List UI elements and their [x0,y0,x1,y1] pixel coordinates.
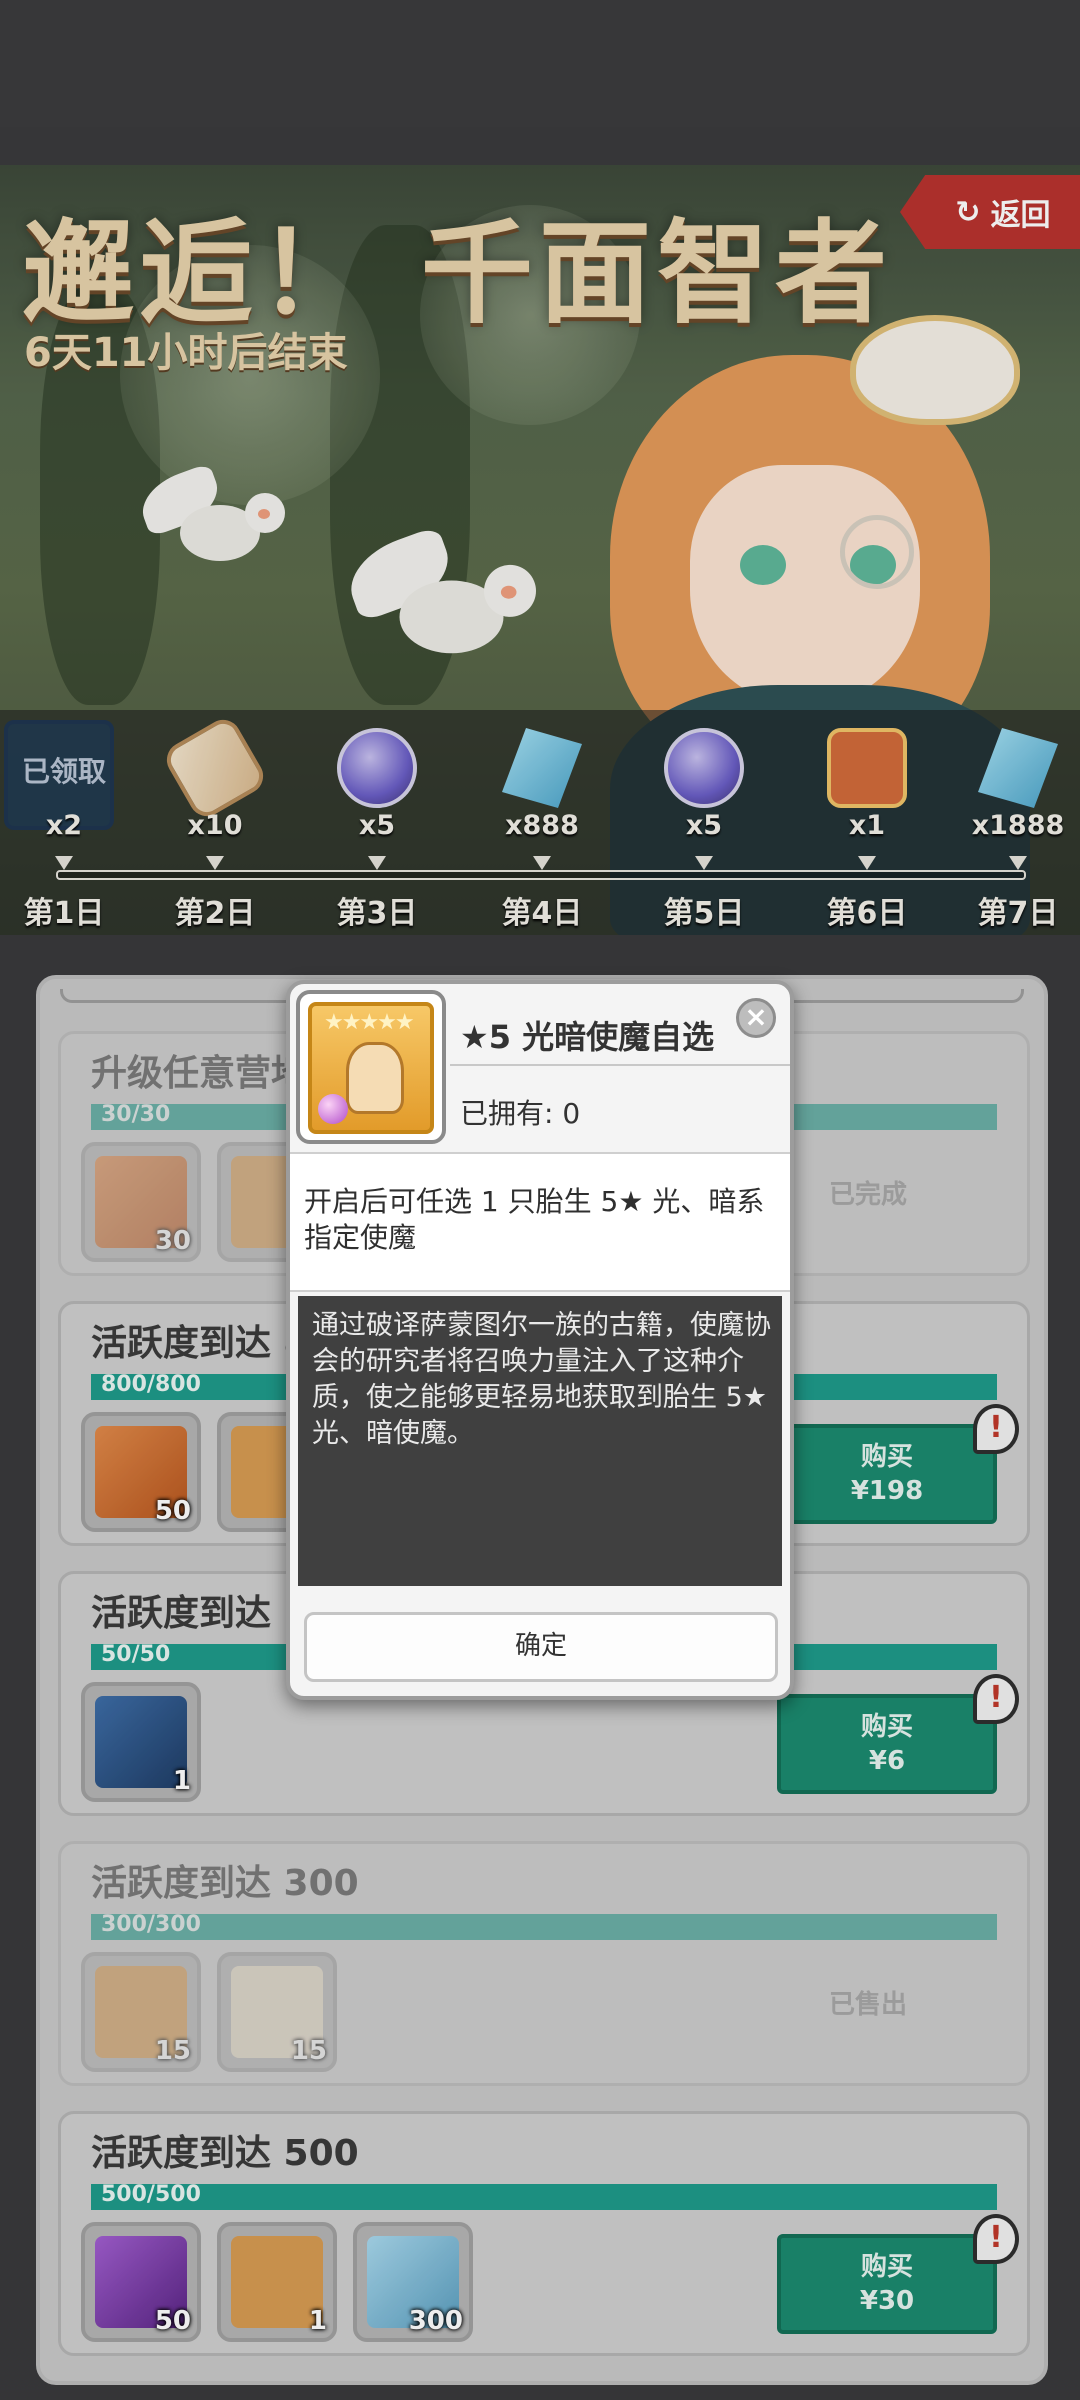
item-summary: 开启后可任选 1 只胎生 5★ 光、暗系指定使魔 [304,1185,765,1254]
owned-count: 已拥有: 0 [460,1097,581,1130]
close-icon[interactable]: × [736,998,776,1038]
confirm-button[interactable]: 确定 [304,1612,778,1682]
item-detail-popup: ★★★★★ ★5 光暗使魔自选 × 已拥有: 0 开启后可任选 1 只胎生 5★… [286,980,794,1700]
item-description: 通过破译萨蒙图尔一族的古籍，使魔协会的研究者将召唤力量注入了这种介质，使之能够更… [312,1310,771,1449]
gem-icon [318,1094,348,1124]
item-description-box: 通过破译萨蒙图尔一族的古籍，使魔协会的研究者将召唤力量注入了这种介质，使之能够更… [298,1296,782,1586]
item-name: ★5 光暗使魔自选 [460,1018,715,1056]
star-rating: ★★★★★ [324,1010,415,1035]
item-icon-frame: ★★★★★ [296,990,446,1144]
item-summary-box: 开启后可任选 1 只胎生 5★ 光、暗系指定使魔 [290,1152,790,1292]
knight-chest-icon: ★★★★★ [308,1002,434,1134]
divider [450,1064,790,1066]
